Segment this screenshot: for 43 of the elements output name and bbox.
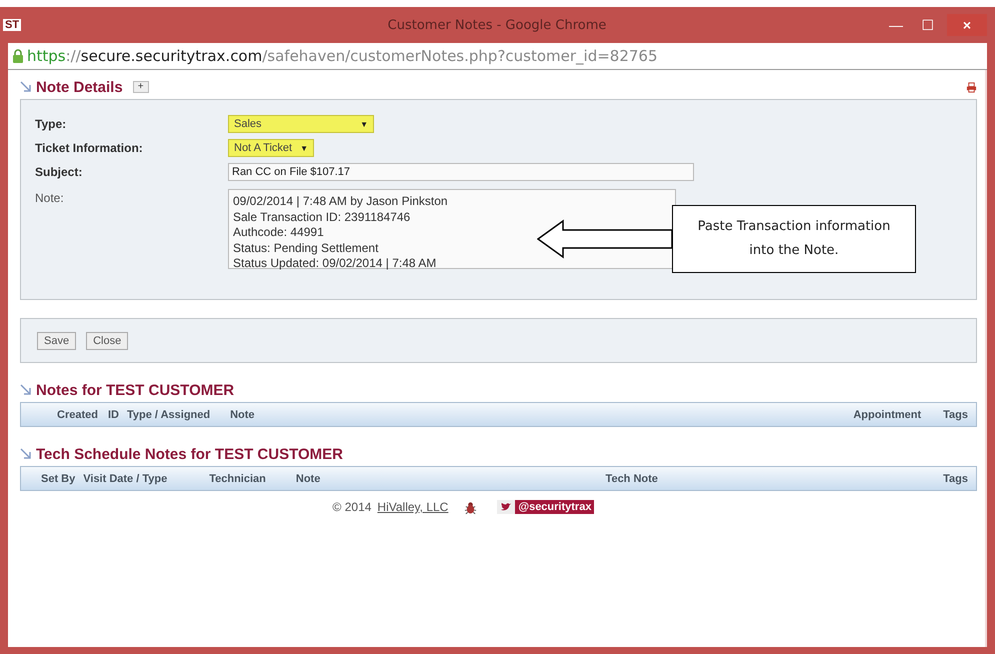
column-header[interactable]: Note	[296, 472, 320, 484]
bird-icon[interactable]	[500, 502, 512, 512]
field-label: Subject:	[35, 164, 84, 179]
app-logo: ST	[3, 19, 22, 31]
column-header[interactable]: Tags	[943, 408, 968, 420]
dropdown[interactable]: Sales ▼	[228, 115, 374, 133]
save-button[interactable]: Save	[37, 332, 76, 350]
field-label: Type:	[35, 116, 68, 131]
column-header[interactable]: Type / Assigned	[126, 408, 210, 420]
column-header[interactable]: Visit Date / Type	[83, 472, 168, 484]
field-label: Note:	[35, 190, 65, 205]
expand-button[interactable]: +	[132, 81, 149, 93]
minimize-button[interactable]: —	[883, 14, 909, 36]
window-title: Customer Notes - Google Chrome	[386, 18, 608, 32]
column-header[interactable]: Set By	[41, 472, 76, 484]
copyright-text: © 2014	[332, 500, 372, 514]
note-field[interactable]: 09/02/2014 | 7:48 AM by Jason Pinkston Sale Transaction ID: 2391184746 Authcode: 44991 Status: Pending Settlement Status Updated: 09/02/2014 | 7:48 AM	[228, 189, 676, 269]
section-title: Notes for TEST CUSTOMER	[36, 382, 234, 398]
dropdown[interactable]: Not A Ticket ▼	[228, 139, 314, 157]
lock-icon	[12, 49, 24, 63]
column-header[interactable]: Tags	[943, 472, 968, 484]
section-title: Note Details	[36, 78, 123, 96]
arrow-icon	[537, 219, 673, 259]
column-header[interactable]: Note	[230, 408, 255, 420]
column-header[interactable]: Tech Note	[320, 472, 944, 484]
arrow-icon	[20, 448, 32, 460]
maximize-button[interactable]: ☐	[915, 14, 941, 36]
bug-icon[interactable]	[464, 500, 478, 514]
subject-field[interactable]: Ran CC on File $107.17	[228, 163, 694, 181]
arrow-icon	[20, 81, 32, 93]
field-label: Ticket Information:	[35, 140, 144, 155]
column-header[interactable]: Appointment	[853, 408, 922, 420]
close-button[interactable]: ×	[947, 14, 987, 36]
arrow-icon	[20, 384, 32, 396]
printer-icon[interactable]	[966, 82, 977, 92]
callout-text: Paste Transaction information into the Note.	[672, 205, 916, 273]
section-title: Tech Schedule Notes for TEST CUSTOMER	[36, 446, 343, 462]
company-link[interactable]: HiValley, LLC	[377, 500, 448, 514]
column-header[interactable]: Created	[57, 408, 98, 420]
close-button[interactable]: Close	[86, 332, 128, 350]
twitter-link[interactable]: @securitytrax	[515, 500, 594, 514]
column-header[interactable]: ID	[108, 408, 119, 420]
column-header[interactable]: Technician	[209, 472, 266, 484]
